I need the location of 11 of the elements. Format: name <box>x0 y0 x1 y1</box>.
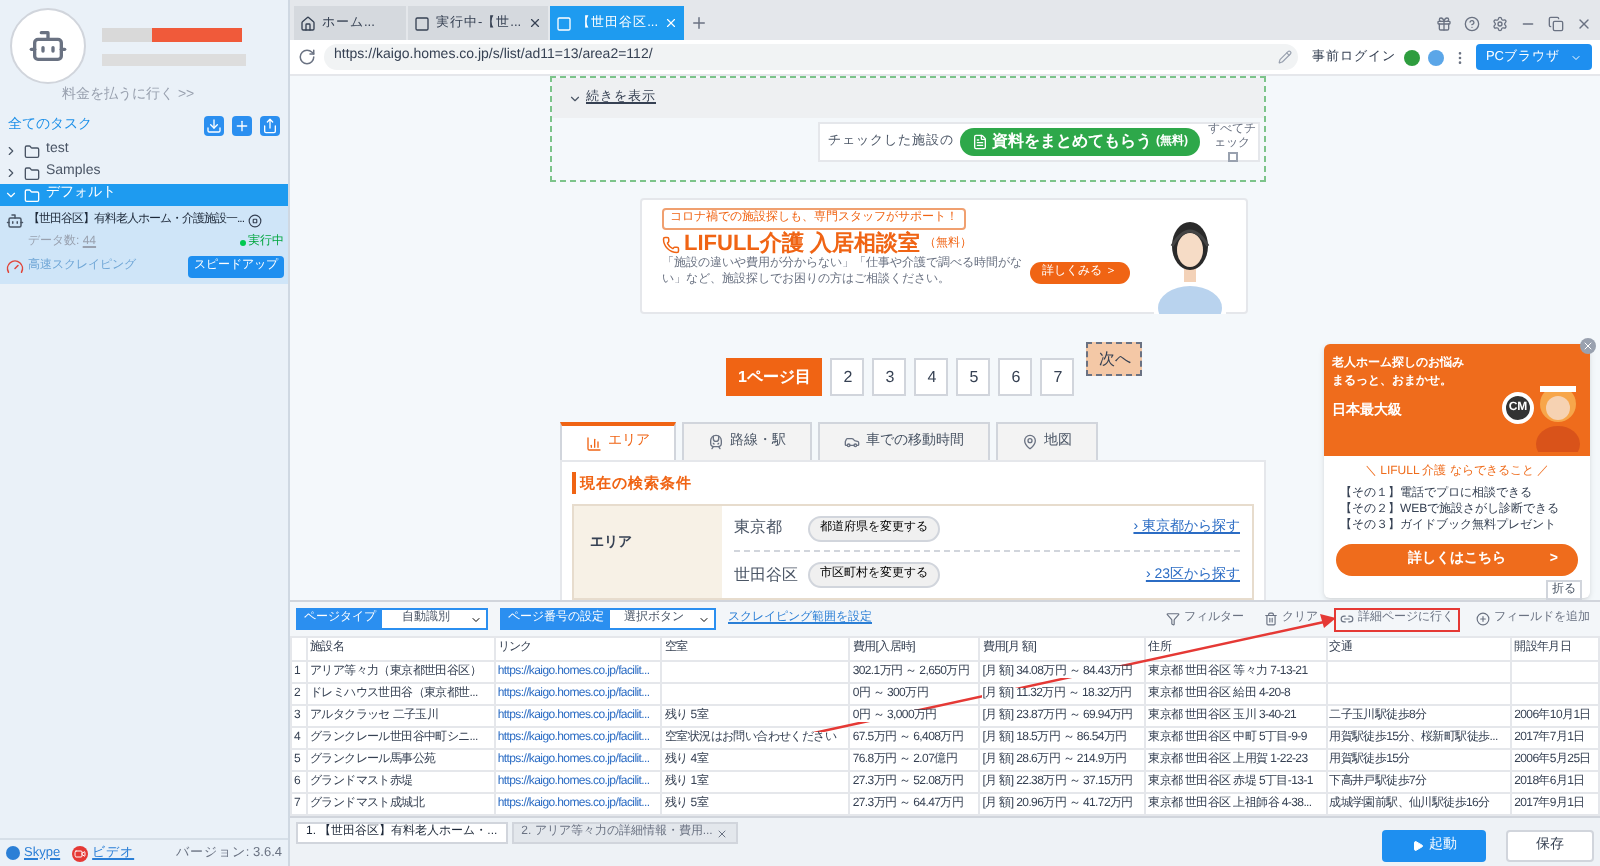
page-button[interactable]: 2 <box>830 358 865 396</box>
condition-value: 世田谷区 <box>734 563 800 588</box>
page-button[interactable]: 4 <box>914 358 949 396</box>
page-button[interactable]: 6 <box>998 358 1033 396</box>
page-button[interactable]: 1ページ目 <box>726 358 823 396</box>
page-button[interactable]: 7 <box>1040 358 1075 396</box>
page-button[interactable]: 5 <box>956 358 991 396</box>
next-page-button[interactable]: 次へ <box>1086 342 1143 376</box>
banner-title: LIFULL介護 入居相談室 <box>684 232 920 256</box>
page-button[interactable]: 3 <box>872 358 907 396</box>
condition-value: 東京都 <box>734 516 784 541</box>
